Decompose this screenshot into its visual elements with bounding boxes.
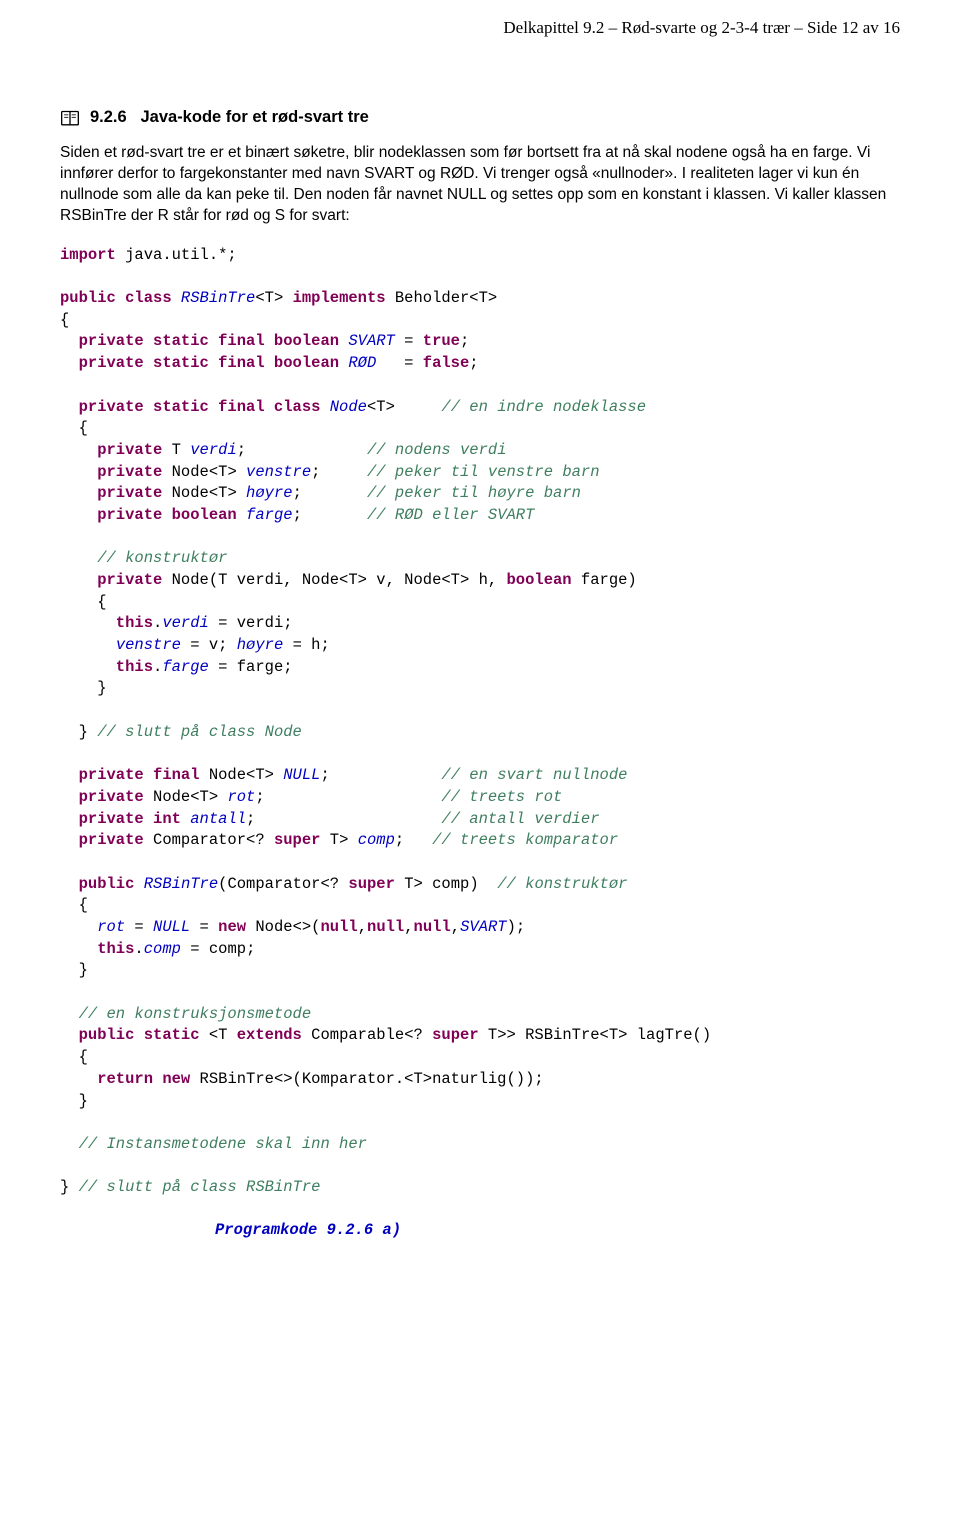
section-number: 9.2.6 <box>90 108 127 126</box>
chapter-label: Delkapittel 9.2 <box>503 18 604 37</box>
paragraph-1: Siden et rød-svart tre er et binært søke… <box>60 143 900 227</box>
sep: – <box>604 18 621 37</box>
page-number: Side 12 av 16 <box>807 18 900 37</box>
topic-label: Rød-svarte og 2-3-4 trær <box>621 18 790 37</box>
page-header: Delkapittel 9.2 – Rød-svarte og 2-3-4 tr… <box>60 18 900 38</box>
code-block: import java.util.*; public class RSBinTr… <box>60 245 900 1199</box>
sep: – <box>790 18 807 37</box>
kw-public-class: public class <box>60 289 172 307</box>
kw-import: import <box>60 246 116 264</box>
section-name: Java-kode for et rød-svart tre <box>140 108 368 126</box>
book-icon <box>60 109 80 129</box>
section-heading: 9.2.6 Java-kode for et rød-svart tre <box>90 108 369 127</box>
page: Delkapittel 9.2 – Rød-svarte og 2-3-4 tr… <box>0 0 960 1279</box>
code-caption: Programkode 9.2.6 a) <box>215 1221 900 1239</box>
section-title: 9.2.6 Java-kode for et rød-svart tre <box>60 108 900 129</box>
